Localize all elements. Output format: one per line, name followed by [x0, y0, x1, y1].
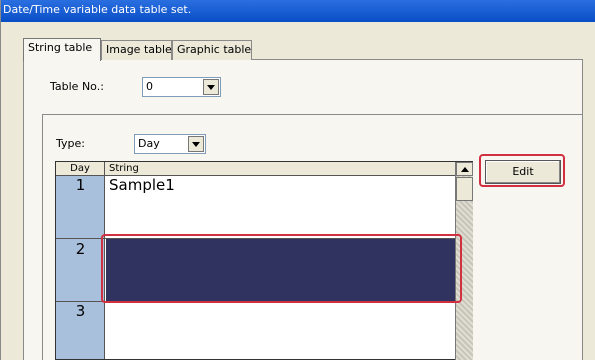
- scroll-up-icon[interactable]: [456, 162, 473, 176]
- table-cell-string-2-selected[interactable]: [106, 239, 457, 301]
- tab-label: Image table: [106, 43, 172, 56]
- table-no-select[interactable]: 0: [142, 77, 221, 97]
- chevron-down-icon[interactable]: [188, 136, 204, 152]
- window-title: Date/Time variable data table set.: [3, 3, 192, 16]
- row-divider: [56, 301, 456, 302]
- type-value: Day: [138, 137, 160, 150]
- table-row-day-3: 3: [75, 302, 86, 320]
- table-no-label: Table No.:: [50, 80, 104, 93]
- table-cell-string-1[interactable]: Sample1: [109, 176, 175, 194]
- string-header-text: String: [109, 163, 139, 174]
- tab-label: Graphic table: [177, 43, 252, 56]
- scroll-thumb[interactable]: [456, 177, 473, 201]
- edit-button[interactable]: Edit: [485, 160, 561, 184]
- table-row-day-2: 2: [75, 240, 86, 258]
- day-header-text: Day: [70, 163, 90, 174]
- tab-image-table[interactable]: Image table: [101, 40, 172, 60]
- type-label: Type:: [56, 137, 85, 150]
- edit-button-label: Edit: [512, 165, 534, 178]
- tab-string-table[interactable]: String table: [23, 38, 101, 61]
- tab-label: String table: [28, 41, 93, 54]
- string-table-grid: Day String 1 Sample1 2 3: [55, 161, 473, 360]
- table-row-day-1: 1: [75, 176, 86, 194]
- table-no-value: 0: [146, 80, 153, 93]
- tab-graphic-table[interactable]: Graphic table: [172, 40, 252, 60]
- dialog-window: Date/Time variable data table set. Strin…: [0, 0, 595, 360]
- day-column: [56, 176, 105, 359]
- string-column-header: String: [105, 162, 472, 176]
- day-column-header: Day: [56, 162, 105, 176]
- vertical-scrollbar[interactable]: [455, 162, 473, 360]
- title-bar: Date/Time variable data table set.: [1, 0, 595, 22]
- chevron-down-icon[interactable]: [203, 79, 219, 95]
- type-select[interactable]: Day: [134, 134, 206, 154]
